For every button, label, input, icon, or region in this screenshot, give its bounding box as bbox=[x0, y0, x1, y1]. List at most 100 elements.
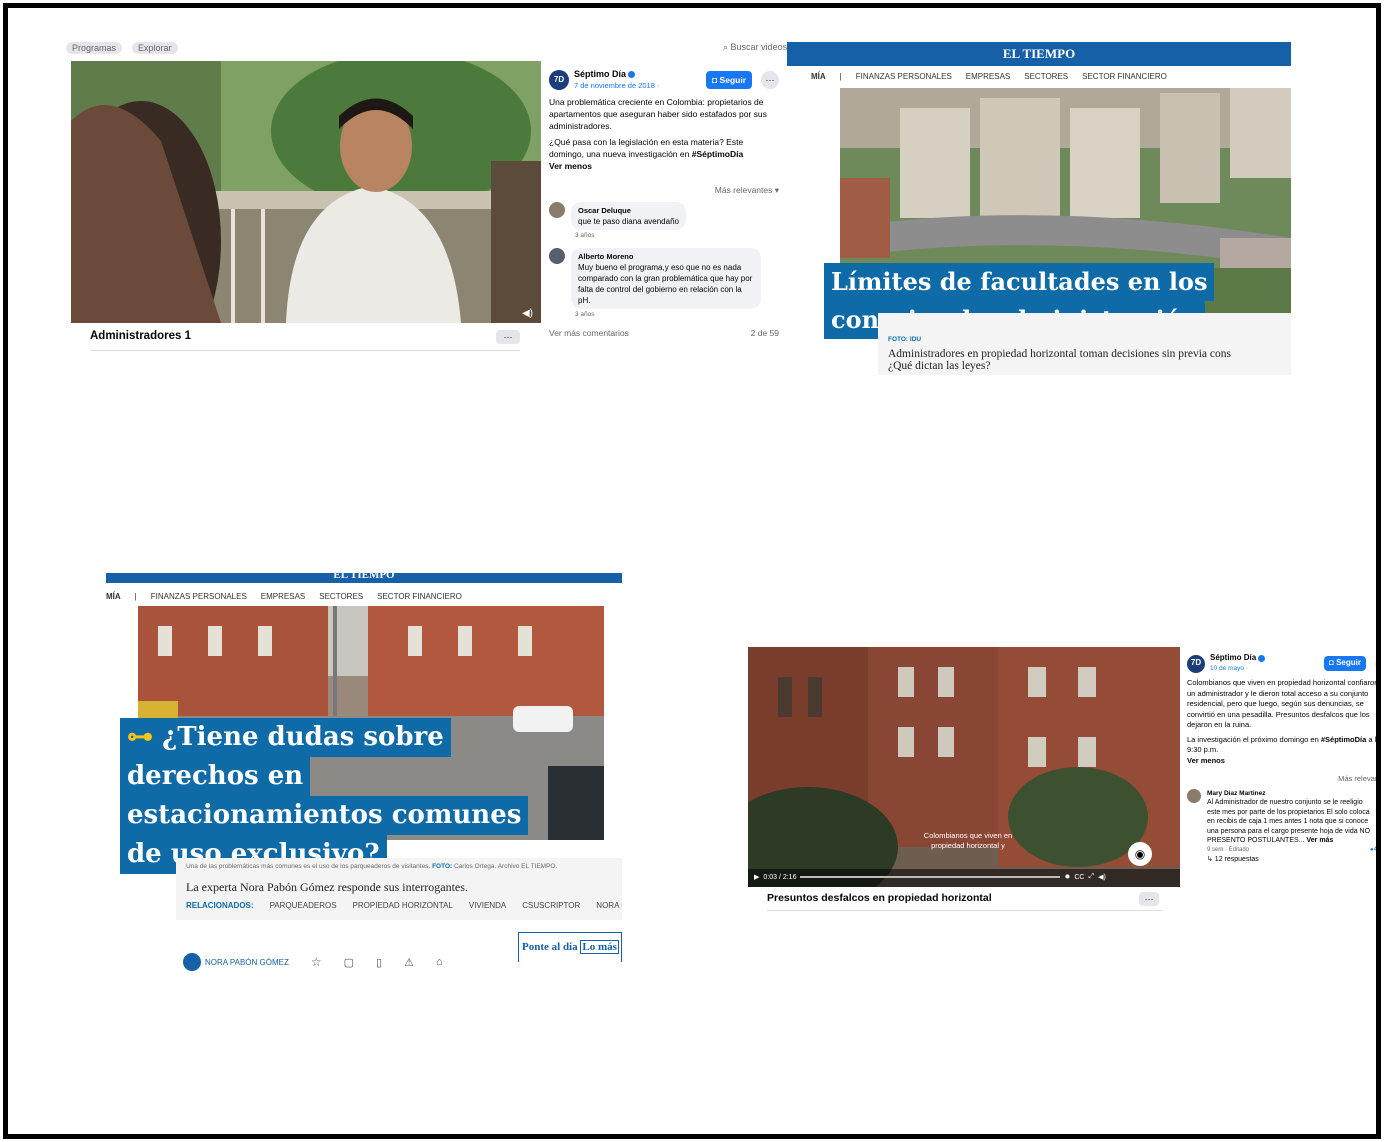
hashtag-link[interactable]: #SéptimoDía bbox=[692, 149, 744, 159]
comment-icon[interactable]: ▢ bbox=[344, 956, 354, 969]
settings-icon[interactable]: ✹ bbox=[1064, 873, 1070, 881]
more-options-button[interactable]: ··· bbox=[761, 71, 779, 89]
video-player-2[interactable]: Colombianos que viven en propiedad horiz… bbox=[748, 647, 1180, 887]
search-icon: ⌕ bbox=[723, 42, 731, 52]
post-date[interactable]: 7 de noviembre de 2018 · bbox=[574, 80, 659, 92]
video-time: 0:03 / 2:16 bbox=[763, 873, 797, 881]
volume-icon[interactable]: ◀) bbox=[522, 308, 533, 319]
comment: Mary Diaz Martinez Al Administrador de n… bbox=[1187, 788, 1376, 865]
comment-meta[interactable]: 9 sem · Editado bbox=[1207, 846, 1249, 856]
avatar[interactable] bbox=[549, 202, 565, 218]
interview-scene bbox=[71, 61, 541, 323]
volume-icon[interactable]: ◀) bbox=[1098, 873, 1106, 881]
play-icon[interactable]: ▶ bbox=[754, 873, 759, 881]
video-player[interactable]: ◀) bbox=[71, 61, 541, 323]
article-lede: Administradores en propiedad horizontal … bbox=[888, 348, 1291, 372]
home-icon[interactable]: ⌂ bbox=[436, 956, 443, 968]
tag-propiedad-horizontal[interactable]: PROPIEDAD HORIZONTAL bbox=[353, 901, 453, 910]
alert-icon[interactable]: ⚠ bbox=[404, 956, 414, 969]
tab-lo-mas[interactable]: Lo más bbox=[580, 940, 619, 954]
nav-empresas[interactable]: EMPRESAS bbox=[261, 592, 305, 601]
article-toolbar: NORA PABÓN GÓMEZ ☆ ▢ ▯ ⚠ ⌂ bbox=[183, 953, 443, 971]
see-more-link[interactable]: Ver más bbox=[1306, 837, 1333, 844]
see-less-link[interactable]: Ver menos bbox=[1187, 756, 1376, 767]
sort-comments-dropdown[interactable]: Más relevantes bbox=[1187, 774, 1376, 785]
tag-csuscriptor[interactable]: CSUSCRIPTOR bbox=[522, 901, 580, 910]
nav-finanzas[interactable]: FINANZAS PERSONALES bbox=[856, 72, 952, 81]
nav-mia[interactable]: MÍA bbox=[106, 592, 121, 601]
video-options-button[interactable]: ··· bbox=[496, 330, 520, 344]
page-name[interactable]: Séptimo Día bbox=[1210, 653, 1256, 662]
headline-line-2: derechos en bbox=[120, 757, 311, 796]
nav-explorar[interactable]: Explorar bbox=[132, 42, 178, 54]
comment-text: Muy bueno el programa,y eso que no es na… bbox=[578, 263, 753, 305]
fullscreen-icon[interactable]: ⤢ bbox=[1088, 873, 1094, 881]
nav-finanzas[interactable]: FINANZAS PERSONALES bbox=[151, 592, 247, 601]
nav-sectores[interactable]: SECTORES bbox=[319, 592, 363, 601]
follow-icon: ◘ bbox=[712, 75, 720, 85]
search-videos-input[interactable]: ⌕ Buscar videos bbox=[723, 42, 787, 53]
avatar[interactable] bbox=[549, 248, 565, 264]
eltiempo-nav: MÍA | FINANZAS PERSONALES EMPRESAS SECTO… bbox=[811, 72, 1167, 81]
author-avatar[interactable] bbox=[183, 953, 201, 971]
star-icon[interactable]: ☆ bbox=[311, 955, 322, 969]
more-options-button[interactable]: ··· bbox=[1375, 656, 1376, 671]
comment-author[interactable]: Alberto Moreno bbox=[578, 251, 754, 262]
tab-ponte-al-dia[interactable]: Ponte al día bbox=[522, 941, 578, 953]
sort-comments-dropdown[interactable]: Más relevantes ▾ bbox=[549, 184, 779, 196]
comment: Oscar Deluque que te paso diana avendaño … bbox=[549, 202, 779, 242]
replies-link[interactable]: ↳ 12 respuestas bbox=[1207, 855, 1376, 865]
nav-mia[interactable]: MÍA bbox=[811, 72, 826, 81]
eltiempo-header[interactable]: EL TIEMPO bbox=[787, 42, 1291, 66]
fb-top-nav: Programas Explorar bbox=[66, 42, 178, 54]
more-comments-link[interactable]: Ver más comentarios bbox=[549, 327, 629, 339]
progress-bar[interactable] bbox=[800, 876, 1061, 878]
tag-nora-pabon[interactable]: NORA PABÓN GÓMEZ bbox=[596, 901, 622, 910]
post-text-1: Colombianos que viven en propiedad horiz… bbox=[1187, 678, 1381, 729]
comment-time[interactable]: 3 años bbox=[575, 230, 686, 242]
page-avatar[interactable]: 7D bbox=[549, 70, 569, 90]
nav-programas[interactable]: Programas bbox=[66, 42, 123, 54]
brick-buildings-scene bbox=[748, 647, 1180, 887]
related-tags: RELACIONADOS: PARQUEADEROS PROPIEDAD HOR… bbox=[186, 901, 622, 910]
follow-button[interactable]: ◘ Seguir bbox=[706, 71, 752, 89]
nav-empresas[interactable]: EMPRESAS bbox=[966, 72, 1010, 81]
verified-icon bbox=[1258, 654, 1266, 662]
eltiempo-header[interactable]: EL TIEMPO bbox=[106, 573, 622, 583]
tag-parqueaderos[interactable]: PARQUEADEROS bbox=[270, 901, 337, 910]
reaction-count[interactable]: ●4 bbox=[1370, 846, 1376, 856]
lede-line-2: ¿Qué dictan las leyes? bbox=[888, 360, 991, 372]
post-text-1: Una problemática creciente en Colombia: … bbox=[549, 97, 767, 131]
photo-credit: FOTO: IDU bbox=[888, 336, 922, 343]
lede-line-1: Administradores en propiedad horizontal … bbox=[888, 348, 1231, 360]
article-lede: La experta Nora Pabón Gómez responde sus… bbox=[186, 880, 468, 894]
nav-divider: | bbox=[134, 592, 137, 601]
post-date[interactable]: 10 de mayo · bbox=[1210, 664, 1265, 675]
nav-sectores[interactable]: SECTORES bbox=[1024, 72, 1068, 81]
divider bbox=[90, 350, 520, 351]
author-name[interactable]: NORA PABÓN GÓMEZ bbox=[205, 958, 289, 967]
divider bbox=[767, 910, 1162, 911]
fb-post-panel-2: 7D Séptimo Día 10 de mayo · ◘ Seguir ···… bbox=[1187, 653, 1381, 865]
comment-count: 2 de 59 bbox=[750, 328, 779, 338]
comment-text: Al Administrador de nuestro conjunto se … bbox=[1207, 799, 1371, 844]
hashtag-link[interactable]: #SéptimoDía bbox=[1321, 735, 1366, 744]
captions-icon[interactable]: CC bbox=[1074, 874, 1084, 881]
page-name[interactable]: Séptimo Día bbox=[574, 69, 626, 79]
page-avatar[interactable]: 7D bbox=[1187, 654, 1205, 673]
avatar[interactable] bbox=[1187, 788, 1201, 803]
video-options-button-2[interactable]: ··· bbox=[1139, 892, 1159, 906]
follow-button[interactable]: ◘ Seguir bbox=[1324, 656, 1366, 671]
headline-line-1: ⊶ ¿Tiene dudas sobre bbox=[120, 718, 451, 757]
comment-author[interactable]: Mary Diaz Martinez bbox=[1207, 789, 1376, 799]
tag-vivienda[interactable]: VIVIENDA bbox=[469, 901, 506, 910]
comment-author[interactable]: Oscar Deluque bbox=[578, 205, 679, 216]
bookmark-icon[interactable]: ▯ bbox=[376, 956, 382, 969]
nav-sector-financiero[interactable]: SECTOR FINANCIERO bbox=[377, 592, 462, 601]
headline: ⊶ ¿Tiene dudas sobre derechos en estacio… bbox=[120, 718, 529, 874]
nav-sector-financiero[interactable]: SECTOR FINANCIERO bbox=[1082, 72, 1167, 81]
comment-time[interactable]: 3 años bbox=[575, 309, 761, 321]
photo-caption: Una de las problemáticas más comunes es … bbox=[186, 863, 558, 870]
see-less-link[interactable]: Ver menos bbox=[549, 160, 779, 172]
eye-icon[interactable]: ◉ bbox=[1128, 842, 1152, 866]
